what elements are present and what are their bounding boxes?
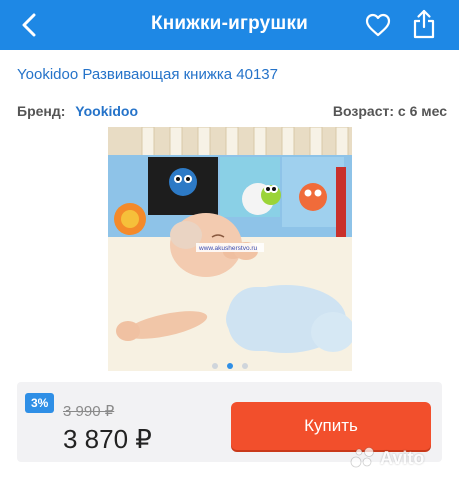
gallery-dot-2-active[interactable] — [226, 363, 233, 369]
product-photo[interactable]: www.akusherstvo.ru — [108, 127, 352, 371]
share-button[interactable] — [408, 7, 440, 41]
favorite-button[interactable] — [362, 9, 394, 41]
current-price: 3 870 ₽ — [63, 424, 152, 454]
old-price: 3 990 ₽ — [63, 403, 115, 420]
avito-logo-icon — [350, 447, 374, 468]
buy-button[interactable]: Купить — [231, 402, 431, 450]
share-icon — [413, 9, 435, 39]
gallery-dot-1[interactable] — [211, 363, 218, 369]
photo-watermark: www.akusherstvo.ru — [198, 245, 258, 252]
top-nav-bar: Книжки-игрушки — [0, 0, 459, 50]
brand-link[interactable]: Yookidoo — [75, 103, 138, 119]
discount-badge: 3% — [25, 393, 55, 413]
heart-icon — [365, 13, 391, 37]
avito-watermark: Avito — [350, 444, 450, 472]
age-info: Возраст: с 6 мес — [332, 103, 447, 119]
baby-with-crib-book-illustration: www.akusherstvo.ru — [108, 127, 352, 371]
brand-label: Бренд: — [17, 103, 66, 119]
product-title[interactable]: Yookidoo Развивающая книжка 40137 — [17, 66, 278, 83]
gallery-pagination — [0, 363, 459, 369]
avito-wordmark: Avito — [380, 447, 425, 468]
gallery-dot-3[interactable] — [241, 363, 248, 369]
brand-row: Бренд: Yookidoo Возраст: с 6 мес — [17, 103, 447, 119]
